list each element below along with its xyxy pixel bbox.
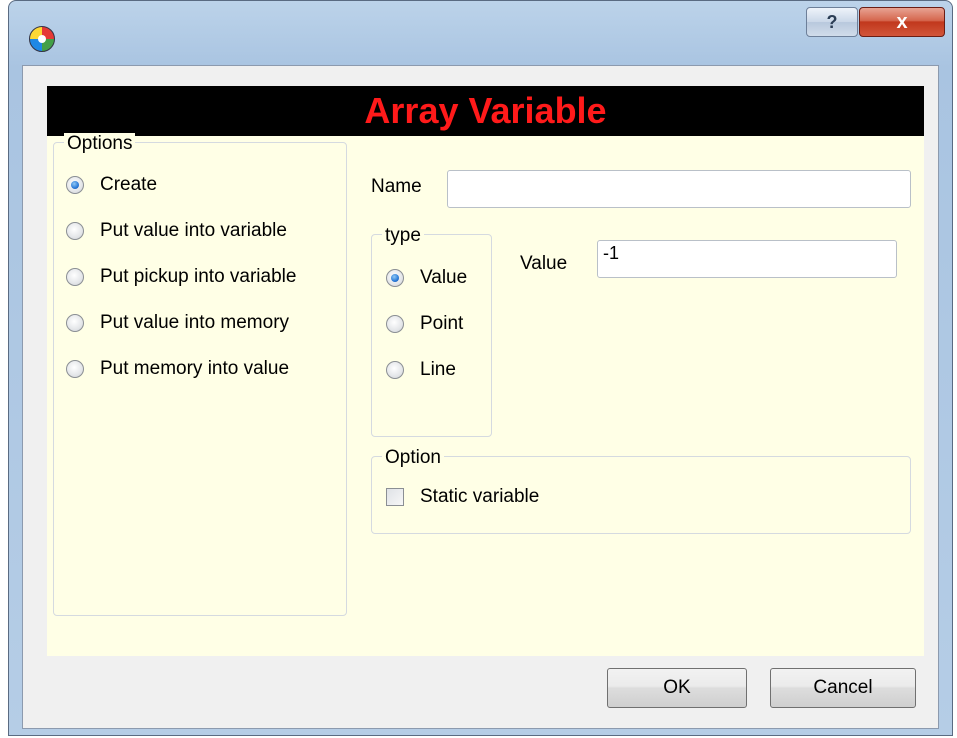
options-legend: Options: [64, 133, 136, 155]
content-panel: Options Create Put value into variable P…: [47, 133, 924, 656]
ok-button[interactable]: OK: [607, 668, 747, 708]
close-button[interactable]: x: [859, 7, 945, 37]
radio-put-value-into-variable[interactable]: Put value into variable: [66, 220, 287, 242]
name-input[interactable]: [447, 170, 911, 208]
static-variable-checkbox-label[interactable]: Static variable: [420, 486, 539, 508]
radio-type-value[interactable]: Value: [386, 267, 467, 289]
options-groupbox: Options Create Put value into variable P…: [53, 133, 347, 616]
option-groupbox: Option Static variable: [371, 447, 911, 534]
radio-create[interactable]: Create: [66, 174, 157, 196]
type-legend: type: [382, 225, 424, 247]
dialog-client-area: Array Variable Options Create Put value …: [22, 65, 939, 729]
radio-type-line[interactable]: Line: [386, 359, 456, 381]
radio-create-label[interactable]: Create: [100, 174, 157, 196]
cancel-button[interactable]: Cancel: [770, 668, 916, 708]
dialog-window: ? x Array Variable Options Create Put va…: [8, 0, 953, 736]
radio-put-value-into-variable-indicator[interactable]: [66, 222, 84, 240]
radio-type-line-label[interactable]: Line: [420, 359, 456, 381]
radio-type-value-indicator[interactable]: [386, 269, 404, 287]
value-label: Value: [520, 253, 568, 274]
radio-put-value-into-variable-label[interactable]: Put value into variable: [100, 220, 287, 242]
radio-put-pickup-into-variable-label[interactable]: Put pickup into variable: [100, 266, 296, 288]
radio-put-pickup-into-variable-indicator[interactable]: [66, 268, 84, 286]
option-legend: Option: [382, 447, 444, 469]
help-button[interactable]: ?: [806, 7, 858, 37]
radio-put-value-into-memory-label[interactable]: Put value into memory: [100, 312, 289, 334]
radio-put-pickup-into-variable[interactable]: Put pickup into variable: [66, 266, 296, 288]
radio-put-memory-into-value[interactable]: Put memory into value: [66, 358, 289, 380]
value-input[interactable]: [597, 240, 897, 278]
name-label: Name: [371, 176, 422, 197]
radio-create-indicator[interactable]: [66, 176, 84, 194]
radio-put-value-into-memory-indicator[interactable]: [66, 314, 84, 332]
static-variable-checkbox[interactable]: Static variable: [386, 486, 539, 508]
type-groupbox: type Value Point Line: [371, 225, 492, 437]
radio-put-memory-into-value-label[interactable]: Put memory into value: [100, 358, 289, 380]
static-variable-checkbox-box[interactable]: [386, 488, 404, 506]
app-logo-icon[interactable]: [29, 26, 55, 52]
dialog-banner-title: Array Variable: [47, 86, 924, 136]
radio-put-value-into-memory[interactable]: Put value into memory: [66, 312, 289, 334]
radio-type-point-indicator[interactable]: [386, 315, 404, 333]
radio-type-point[interactable]: Point: [386, 313, 463, 335]
radio-type-point-label[interactable]: Point: [420, 313, 463, 335]
title-bar[interactable]: ? x: [9, 1, 952, 65]
radio-put-memory-into-value-indicator[interactable]: [66, 360, 84, 378]
radio-type-line-indicator[interactable]: [386, 361, 404, 379]
radio-type-value-label[interactable]: Value: [420, 267, 467, 289]
